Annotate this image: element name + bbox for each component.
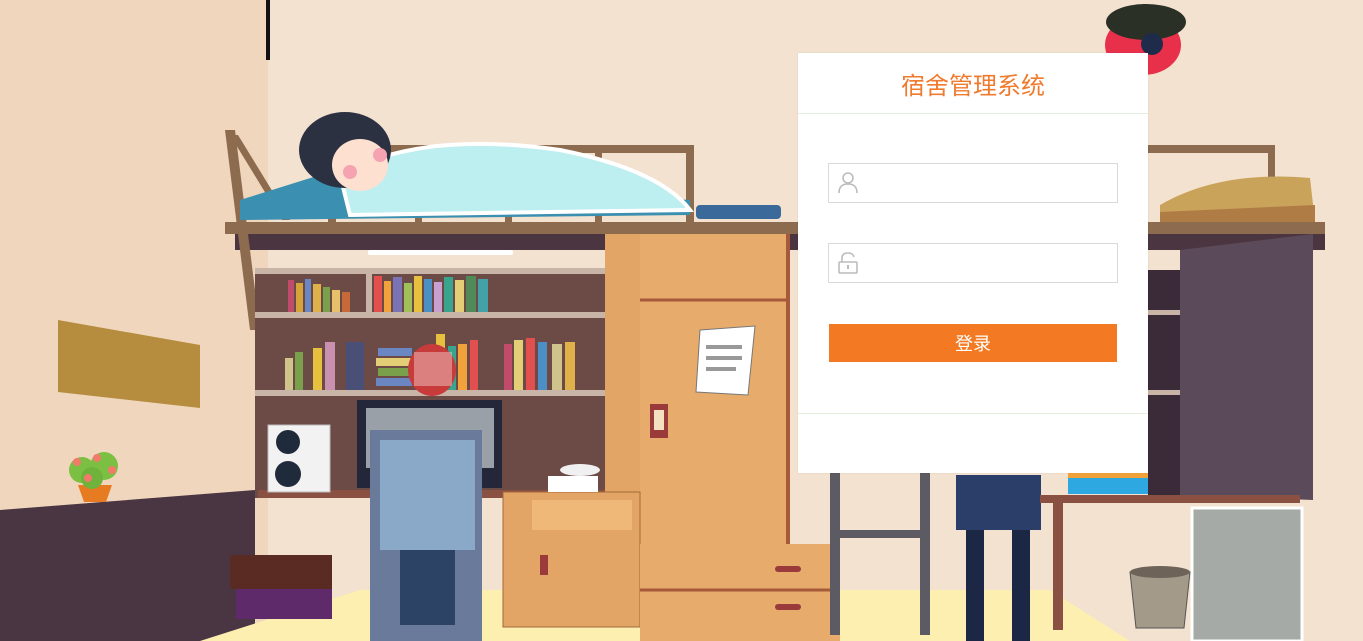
unlock-icon — [838, 252, 858, 274]
user-icon — [838, 172, 858, 194]
login-button[interactable]: 登录 — [829, 324, 1117, 362]
username-field[interactable] — [828, 163, 1118, 203]
panel-divider — [798, 413, 1148, 414]
password-field[interactable] — [828, 243, 1118, 283]
note-paper — [695, 325, 756, 396]
system-title: 宿舍管理系统 — [798, 53, 1148, 114]
password-input[interactable] — [867, 244, 1111, 282]
login-panel: 宿舍管理系统 登录 — [798, 53, 1148, 473]
dorm-room-illustration — [0, 0, 1363, 641]
username-input[interactable] — [867, 164, 1111, 202]
